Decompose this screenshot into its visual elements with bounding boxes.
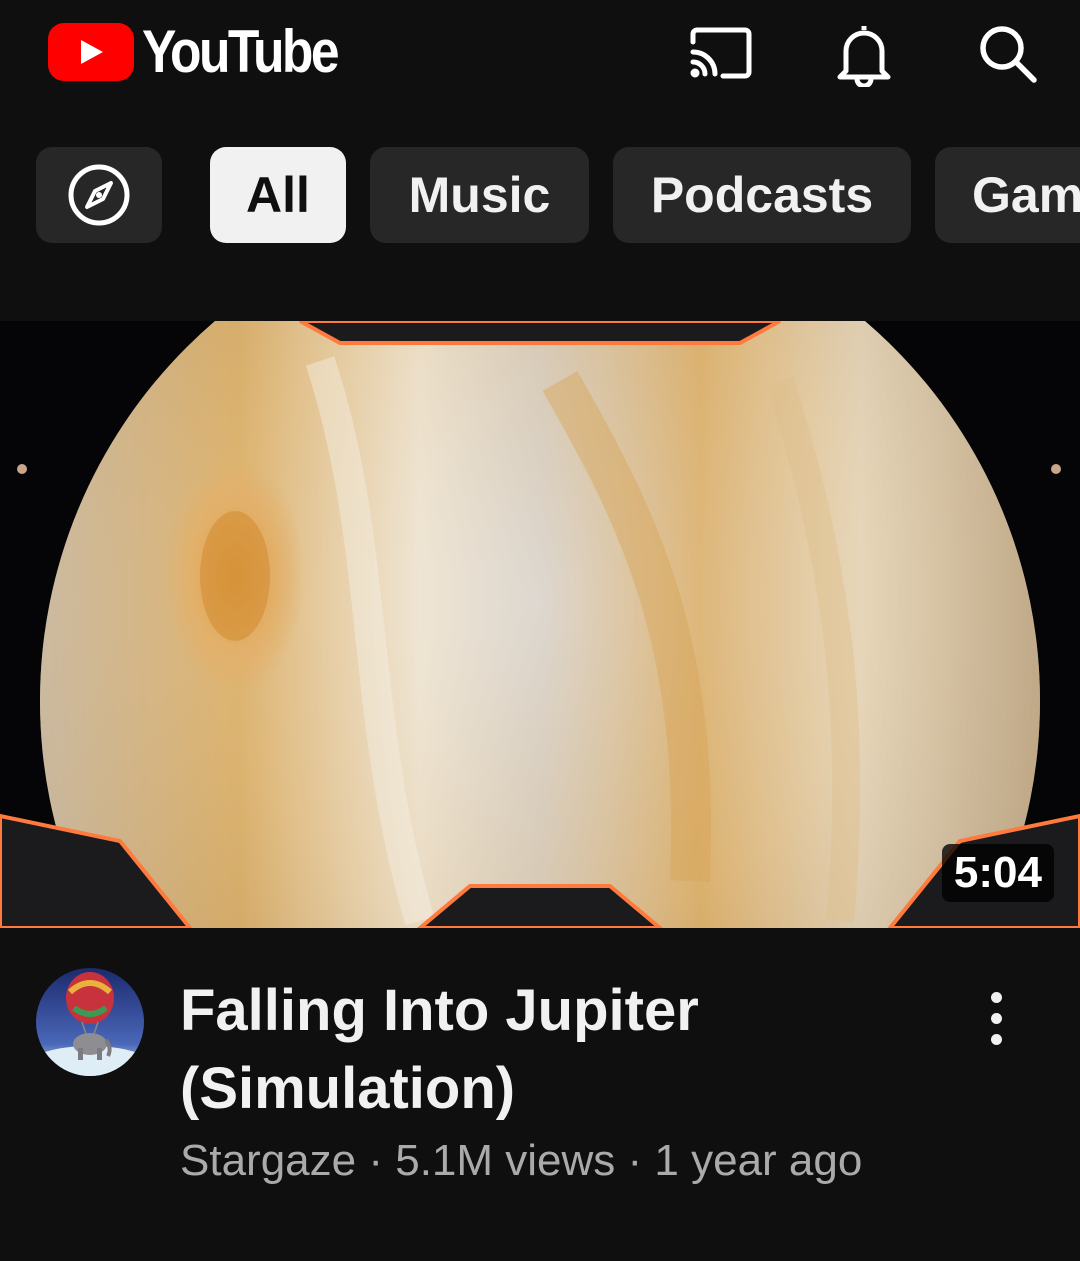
dot bbox=[990, 1012, 1002, 1024]
chip-all[interactable]: All bbox=[210, 147, 346, 243]
more-vert-icon[interactable] bbox=[966, 968, 1026, 1068]
top-app-bar: YouTube bbox=[0, 0, 1080, 110]
video-title-line-2: (Simulation) bbox=[180, 1056, 516, 1121]
dot bbox=[990, 1033, 1002, 1045]
separator: · bbox=[356, 1136, 396, 1185]
youtube-logo[interactable]: YouTube bbox=[48, 20, 369, 84]
logo-wordmark: YouTube bbox=[142, 18, 340, 85]
jupiter-thumbnail-image bbox=[0, 321, 1080, 928]
cast-icon[interactable] bbox=[684, 18, 756, 90]
explore-chip[interactable] bbox=[36, 147, 162, 243]
video-thumbnail[interactable]: 5:04 bbox=[0, 321, 1080, 928]
dot bbox=[990, 991, 1002, 1003]
category-chips-bar: All Music Podcasts Gam bbox=[0, 147, 1080, 243]
channel-name[interactable]: Stargaze bbox=[180, 1136, 356, 1185]
view-count: 5.1M views bbox=[395, 1136, 616, 1185]
youtube-play-icon bbox=[48, 23, 134, 81]
video-details: Falling Into Jupiter (Simulation) Starga… bbox=[0, 928, 1080, 1261]
search-icon[interactable] bbox=[972, 18, 1044, 90]
bell-icon[interactable] bbox=[828, 18, 900, 90]
video-duration-badge: 5:04 bbox=[941, 844, 1054, 902]
chip-music[interactable]: Music bbox=[370, 147, 589, 243]
video-metadata: Stargaze · 5.1M views · 1 year ago bbox=[180, 1136, 1040, 1186]
upload-age: 1 year ago bbox=[654, 1136, 863, 1185]
video-title[interactable]: Falling Into Jupiter (Simulation) bbox=[180, 972, 940, 1128]
chip-podcasts[interactable]: Podcasts bbox=[613, 147, 911, 243]
chip-gaming[interactable]: Gam bbox=[935, 147, 1080, 243]
avatar-image bbox=[36, 968, 144, 1076]
compass-icon bbox=[68, 164, 130, 226]
channel-avatar[interactable] bbox=[36, 968, 144, 1076]
video-title-line-1: Falling Into Jupiter bbox=[180, 978, 699, 1043]
separator: · bbox=[615, 1136, 655, 1185]
